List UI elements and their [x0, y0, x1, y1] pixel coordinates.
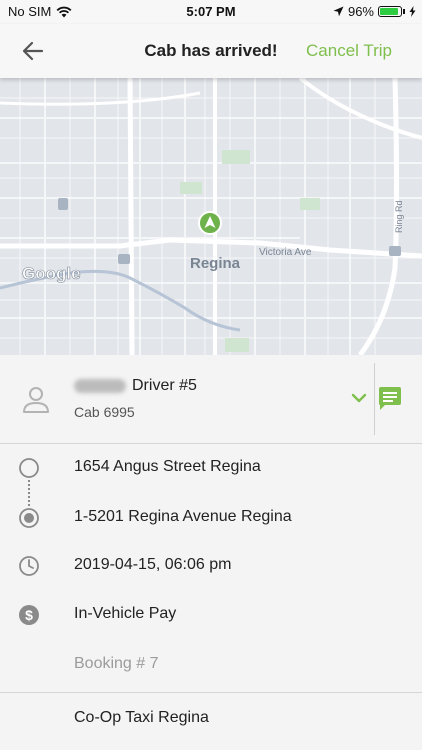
payment-method: In-Vehicle Pay — [74, 605, 177, 622]
chat-message-icon[interactable] — [377, 386, 403, 412]
svg-text:$: $ — [25, 607, 33, 623]
dropoff-row: 1-5201 Regina Avenue Regina — [0, 498, 422, 538]
status-right: 96% — [333, 4, 416, 19]
driver-name: Driver #5 — [132, 377, 197, 394]
battery-tip — [403, 9, 405, 14]
cancel-trip-button[interactable]: Cancel Trip — [306, 41, 392, 61]
battery-percent: 96% — [347, 4, 374, 19]
booking-number: Booking # 7 — [74, 655, 159, 672]
status-bar: No SIM 5:07 PM 96% — [0, 0, 422, 24]
trip-datetime: 2019-04-15, 06:06 pm — [74, 556, 232, 573]
blurred-driver-name — [74, 378, 126, 393]
dropoff-target-icon — [19, 508, 39, 528]
payment-row: $ In-Vehicle Pay — [0, 595, 422, 635]
map-provider-logo: Google — [22, 264, 81, 283]
driver-divider — [374, 363, 375, 435]
driver-name-line: Driver #5 — [74, 377, 197, 395]
taxi-company: Co-Op Taxi Regina — [74, 709, 209, 726]
datetime-row: 2019-04-15, 06:06 pm — [0, 546, 422, 586]
dropoff-address: 1-5201 Regina Avenue Regina — [74, 508, 292, 525]
charging-bolt-icon — [409, 6, 416, 17]
chevron-down-icon[interactable] — [350, 391, 368, 405]
person-icon — [23, 387, 49, 413]
cab-location-marker — [198, 211, 222, 235]
pickup-circle-icon — [19, 458, 39, 478]
map-view[interactable]: Regina Victoria Ave Ring Rd Google — [0, 78, 422, 355]
nav-bar: Cab has arrived! Cancel Trip — [0, 24, 422, 78]
battery-icon — [378, 6, 402, 17]
map-canvas: Regina Victoria Ave Ring Rd Google — [0, 78, 422, 355]
cab-number: Cab 6995 — [74, 404, 135, 420]
location-arrow-icon — [333, 6, 344, 17]
pickup-row: 1654 Angus Street Regina — [0, 448, 422, 488]
map-street-label-ring: Ring Rd — [394, 200, 404, 233]
pickup-address: 1654 Angus Street Regina — [74, 458, 261, 475]
section-divider — [0, 692, 422, 693]
clock-icon — [19, 556, 39, 576]
driver-card: Driver #5 Cab 6995 — [0, 355, 422, 444]
map-street-label-victoria: Victoria Ave — [259, 247, 312, 258]
map-city-label: Regina — [190, 255, 241, 272]
dollar-icon: $ — [19, 605, 39, 625]
